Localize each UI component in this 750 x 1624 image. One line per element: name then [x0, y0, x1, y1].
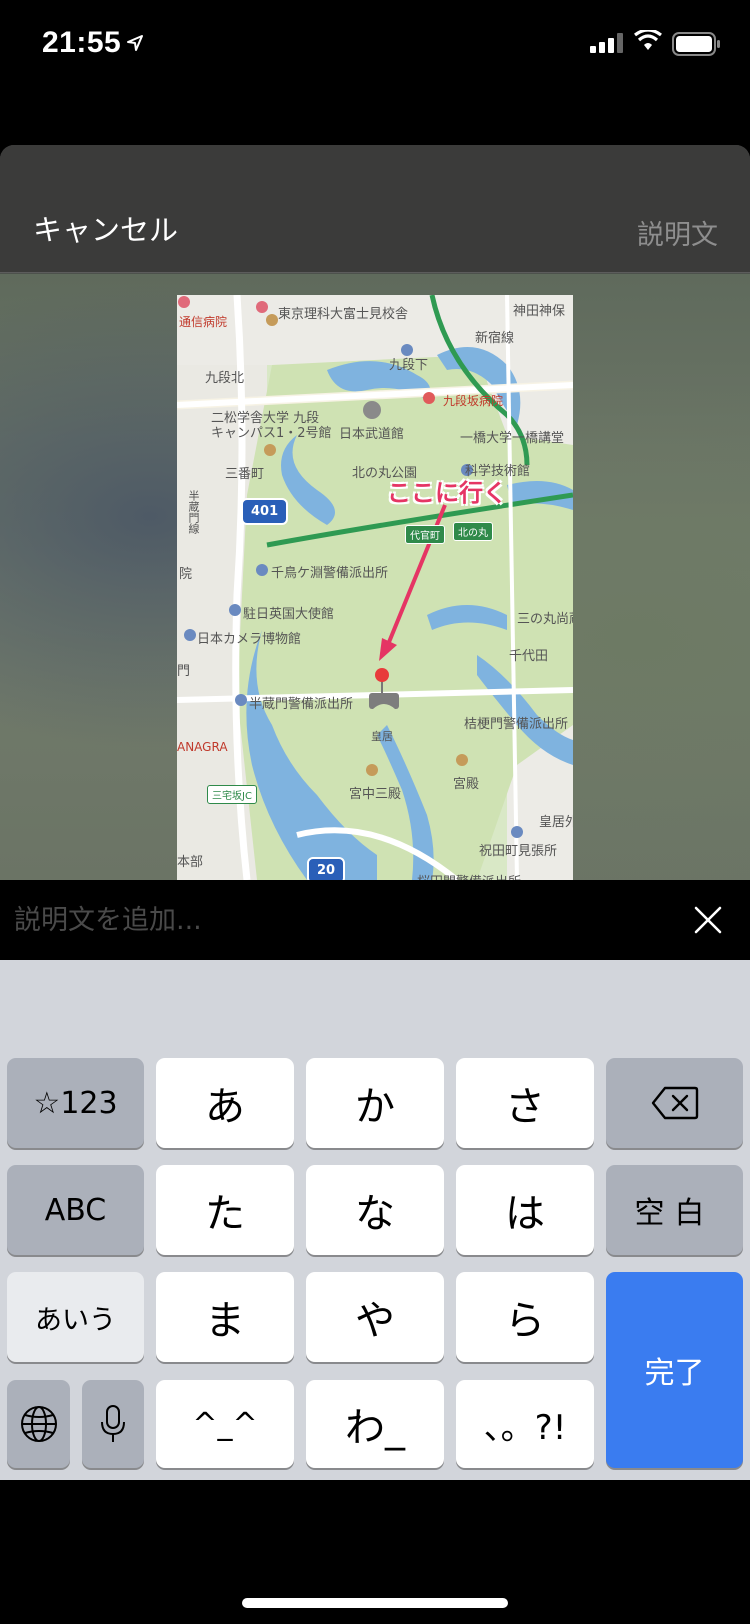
key-wa[interactable]: わ_ — [306, 1380, 444, 1468]
map-label: 九段坂病院 — [443, 394, 504, 408]
status-time: 21:55 — [42, 26, 122, 59]
location-arrow-icon — [127, 35, 143, 51]
globe-icon — [20, 1406, 57, 1442]
route-401-badge: 401 — [241, 498, 289, 525]
map-label: 宮中三殿 — [349, 787, 402, 802]
key-kana[interactable]: あいう — [7, 1272, 144, 1362]
map-label: 千代田 — [509, 649, 549, 664]
map-label: 半蔵門線 — [187, 490, 200, 534]
map-label: 千鳥ケ淵警備派出所 — [271, 566, 389, 581]
editor-header: キャンセル 説明文 — [0, 145, 750, 273]
map-annotation-text: ここに行く — [387, 479, 507, 507]
delete-key[interactable] — [606, 1058, 743, 1148]
key-ka[interactable]: か — [306, 1058, 444, 1148]
map-label: 皇居 — [371, 730, 393, 743]
map-label: 院 — [179, 567, 193, 582]
map-label: 宮殿 — [453, 777, 480, 792]
status-bar: 21:55 — [0, 0, 750, 90]
battery-icon — [672, 32, 720, 56]
junction-tag: 三宅坂JC — [207, 785, 257, 804]
key-ma[interactable]: ま — [156, 1272, 294, 1362]
map-label: 三番町 — [225, 467, 265, 482]
map-label: 九段北 — [205, 371, 245, 386]
map-label: 日本武道館 — [339, 427, 405, 442]
key-ta[interactable]: た — [156, 1165, 294, 1255]
map-label: 二松学舎大学 九段 キャンパス1・2号館 — [211, 411, 332, 441]
map-label: 桜田門警備派出所 — [417, 871, 521, 880]
done-button[interactable]: 完了 — [606, 1272, 743, 1468]
exit-tag-kitanomaru: 北の丸 — [453, 522, 493, 541]
exit-tag-daikancho: 代官町 — [405, 525, 445, 544]
map-label: 日本カメラ博物館 — [197, 632, 302, 647]
map-label: 東京理科大富士見校舎 — [278, 307, 409, 322]
map-label: 皇居外 — [539, 815, 573, 830]
map-label: 半蔵門警備派出所 — [249, 697, 354, 712]
key-numbers[interactable]: ☆123 — [7, 1058, 144, 1148]
key-ra[interactable]: ら — [456, 1272, 594, 1362]
route-20-badge: 20 — [307, 857, 346, 880]
caption-input[interactable] — [14, 898, 654, 942]
globe-key[interactable] — [7, 1380, 70, 1468]
delete-icon — [651, 1086, 698, 1120]
map-label: 九段下 — [389, 358, 429, 373]
map-label: 一橋大学一橋講堂 — [460, 431, 565, 446]
key-a[interactable]: あ — [156, 1058, 294, 1148]
key-ya[interactable]: や — [306, 1272, 444, 1362]
map-label: 新宿線 — [475, 331, 515, 346]
map-label: 神田神保 — [513, 304, 566, 319]
key-punctuation[interactable]: 、。?! — [456, 1380, 594, 1468]
space-key[interactable]: 空白 — [606, 1165, 743, 1255]
close-icon[interactable] — [690, 902, 726, 938]
key-na[interactable]: な — [306, 1165, 444, 1255]
map-label: 桔梗門警備派出所 — [464, 717, 569, 732]
key-sa[interactable]: さ — [456, 1058, 594, 1148]
signal-icon — [590, 33, 623, 53]
home-indicator[interactable] — [242, 1598, 508, 1608]
caption-bar — [0, 880, 750, 960]
key-ha[interactable]: は — [456, 1165, 594, 1255]
key-abc[interactable]: ABC — [7, 1165, 144, 1255]
map-label: 門 — [177, 664, 191, 679]
keyboard: ☆123 あ か さ ABC た な は 空白 あいう ま や ら 完了 ^_^… — [0, 960, 750, 1480]
map-label: 駐日英国大使館 — [243, 607, 335, 622]
map-label: 本部 — [177, 855, 204, 870]
dictation-key[interactable] — [82, 1380, 144, 1468]
wifi-icon — [634, 30, 662, 50]
map-image: 東京理科大富士見校舎 神田神保 新宿線 九段下 通信病院 九段北 九段坂病院 二… — [177, 295, 573, 880]
map-label: 祝田町見張所 — [479, 844, 558, 859]
map-label: 三の丸尚蔵 — [517, 612, 573, 627]
map-label: ANAGRA — [177, 740, 228, 754]
cancel-button[interactable]: キャンセル — [33, 207, 178, 249]
microphone-icon — [101, 1405, 125, 1442]
map-label: 通信病院 — [179, 315, 228, 329]
key-kaomoji[interactable]: ^_^ — [156, 1380, 294, 1468]
description-button[interactable]: 説明文 — [637, 213, 718, 252]
